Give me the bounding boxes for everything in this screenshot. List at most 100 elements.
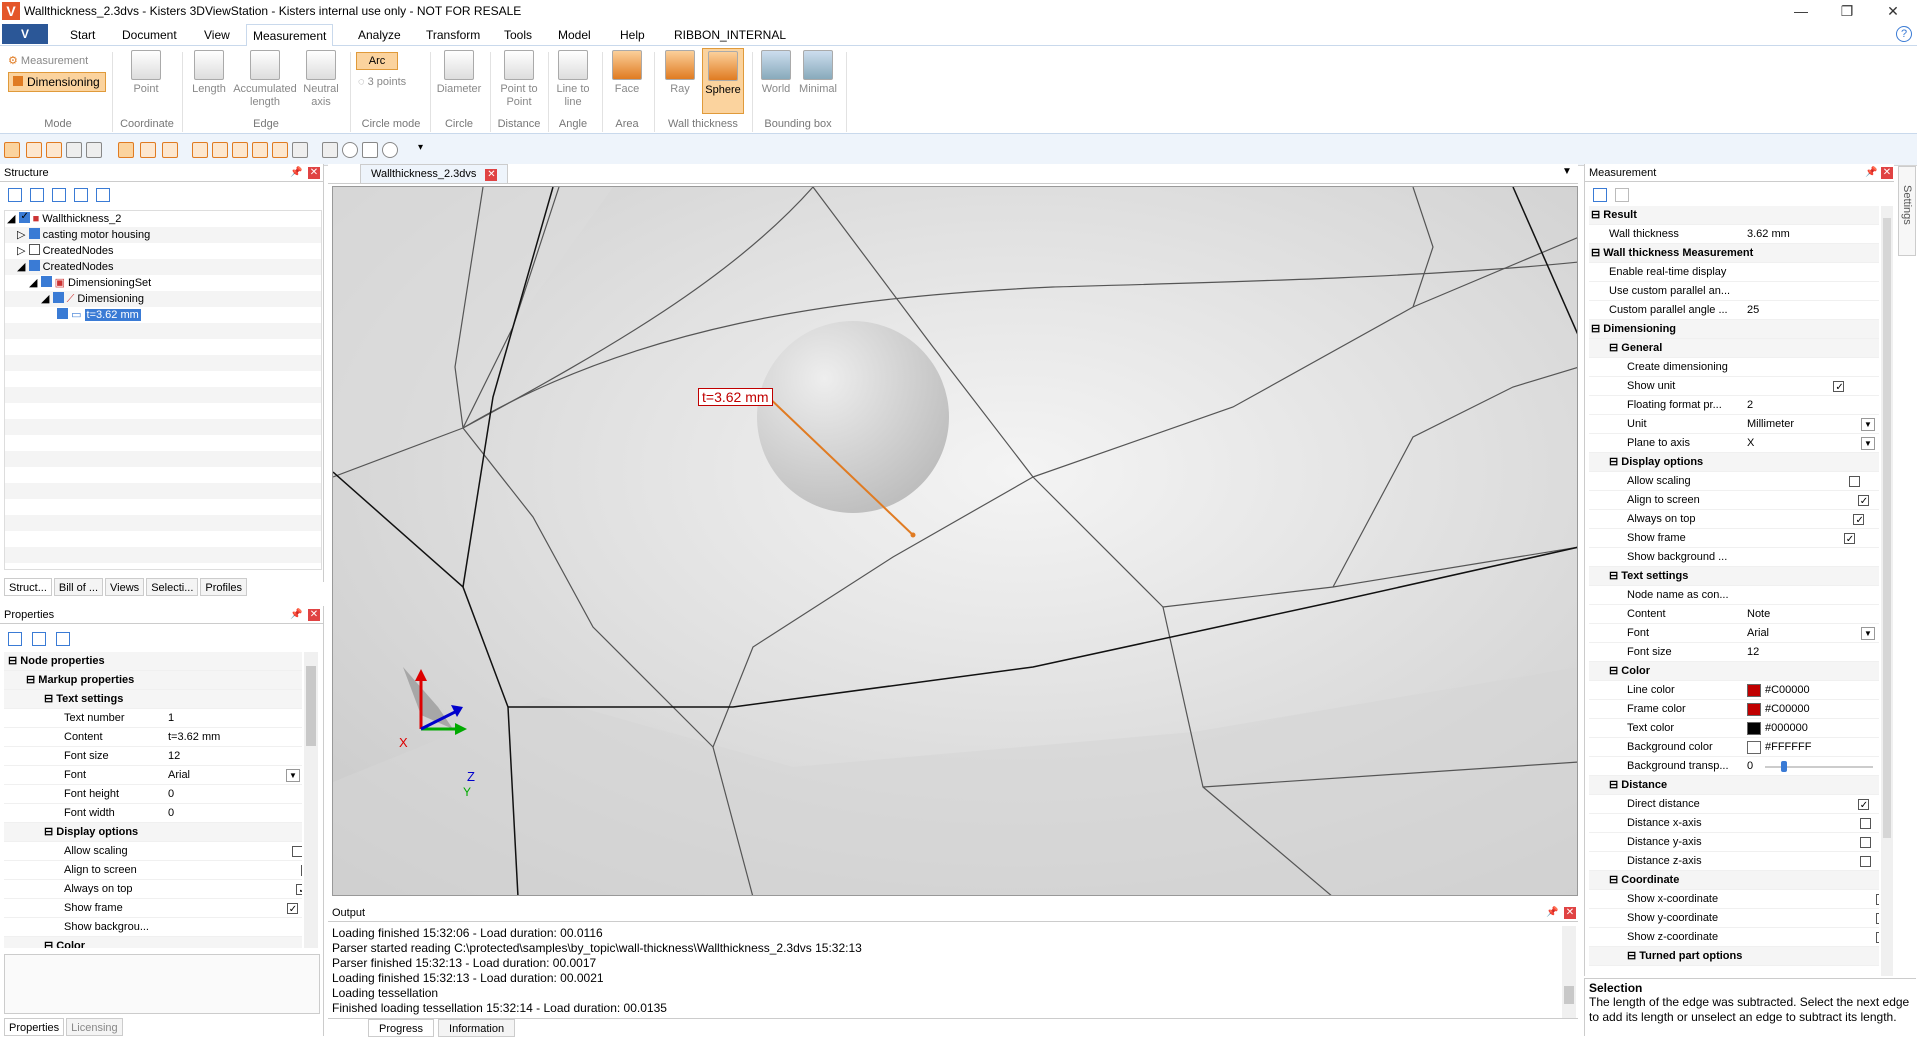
prop-node-name[interactable]: Node name as con...: [1589, 586, 1879, 605]
category-wall-thickness-measurement[interactable]: ⊟ Wall thickness Measurement: [1589, 244, 1879, 263]
prop-font-size[interactable]: Font size 12: [1589, 643, 1879, 662]
expand-icon[interactable]: [52, 188, 66, 202]
tree-item-selected[interactable]: ▭ t=3.62 mm: [5, 307, 321, 323]
prop-show-background[interactable]: Show background ...: [1589, 548, 1879, 567]
select-mode-icon[interactable]: [118, 142, 134, 158]
menu-transform[interactable]: Transform: [420, 26, 486, 46]
mode-dimensioning[interactable]: Dimensioning: [8, 72, 106, 92]
chevron-down-icon[interactable]: ▼: [1861, 627, 1875, 640]
menu-view[interactable]: View: [198, 26, 236, 46]
length-button[interactable]: Length: [188, 50, 230, 96]
tab-structure[interactable]: Struct...: [4, 578, 52, 596]
prop-content[interactable]: Content t=3.62 mm: [4, 728, 302, 747]
view-right-icon[interactable]: [252, 142, 268, 158]
view-bottom-icon[interactable]: [292, 142, 308, 158]
prop-font[interactable]: Font Arial ▼: [1589, 624, 1879, 643]
tree-item[interactable]: ▷ CreatedNodes: [5, 243, 321, 259]
prop-text-color[interactable]: Text color #000000: [1589, 719, 1879, 738]
chevron-down-icon[interactable]: ▼: [1861, 437, 1875, 450]
restore-button[interactable]: ❐: [1824, 0, 1870, 22]
expand-all-icon[interactable]: [8, 188, 22, 202]
prop-always-on-top[interactable]: Always on top: [1589, 510, 1879, 530]
arc-mode-button[interactable]: Arc: [356, 52, 398, 70]
prop-distance-y[interactable]: Distance y-axis: [1589, 833, 1879, 852]
sort-categorized-icon[interactable]: [8, 632, 22, 646]
prop-real-time[interactable]: Enable real-time display: [1589, 263, 1879, 282]
filter-icon[interactable]: [56, 632, 70, 646]
tab-views[interactable]: Views: [105, 578, 145, 596]
select-tool-icon[interactable]: [4, 142, 20, 158]
prop-font[interactable]: Font Arial ▼: [4, 766, 302, 785]
help-icon[interactable]: ?: [1896, 26, 1912, 42]
category-display-options[interactable]: ⊟ Display options: [1589, 453, 1879, 472]
category-general[interactable]: ⊟ General: [1589, 339, 1879, 358]
prop-floating-format[interactable]: Floating format pr... 2: [1589, 396, 1879, 415]
menu-analyze[interactable]: Analyze: [352, 26, 407, 46]
close-icon[interactable]: ✕: [308, 609, 320, 621]
ray-button[interactable]: Ray: [660, 50, 700, 96]
sort-alpha-icon[interactable]: [32, 632, 46, 646]
prop-line-color[interactable]: Line color #C00000: [1589, 681, 1879, 700]
prop-background-color[interactable]: Background color #FFFFFF: [1589, 738, 1879, 757]
point-button[interactable]: Point: [126, 50, 166, 96]
prop-font-height[interactable]: Font height 0: [4, 785, 302, 804]
menu-model[interactable]: Model: [552, 26, 597, 46]
pin-icon[interactable]: 📌: [290, 609, 302, 620]
prop-content[interactable]: Content Note: [1589, 605, 1879, 624]
3d-viewport[interactable]: t=3.62 mm X Y Z: [332, 186, 1578, 896]
prop-allow-scaling[interactable]: Allow scaling: [1589, 472, 1879, 491]
pin-icon[interactable]: 📌: [1546, 907, 1558, 918]
tab-selection[interactable]: Selecti...: [146, 578, 199, 596]
box-select-icon[interactable]: [86, 142, 102, 158]
view-back-icon[interactable]: [212, 142, 228, 158]
tree-options-icon[interactable]: [96, 188, 110, 202]
category-result[interactable]: ⊟ Result: [1589, 206, 1879, 225]
circle-tool-icon[interactable]: [342, 142, 358, 158]
ellipse-tool-icon[interactable]: [382, 142, 398, 158]
view-front-icon[interactable]: [192, 142, 208, 158]
menu-tools[interactable]: Tools: [498, 26, 538, 46]
tab-wallthickness[interactable]: Wallthickness_2.3dvs ✕: [360, 164, 509, 184]
prop-frame-color[interactable]: Frame color #C00000: [1589, 700, 1879, 719]
pin-icon[interactable]: 📌: [1865, 167, 1877, 178]
close-button[interactable]: ✕: [1870, 0, 1916, 22]
zoom-tool-icon[interactable]: [66, 142, 82, 158]
close-icon[interactable]: ✕: [1881, 167, 1893, 179]
tree-item[interactable]: ◢ ▣ DimensioningSet: [5, 275, 321, 291]
line-to-line-button[interactable]: Line to line: [550, 50, 596, 109]
prop-show-z[interactable]: Show z-coordinate: [1589, 928, 1879, 948]
category-display-options[interactable]: ⊟ Display options: [4, 823, 302, 842]
tab-information[interactable]: Information: [438, 1019, 516, 1037]
category-color[interactable]: ⊟ Color: [4, 937, 302, 948]
view-left-icon[interactable]: [232, 142, 248, 158]
prop-plane-to-axis[interactable]: Plane to axis X ▼: [1589, 434, 1879, 453]
menu-ribbon-internal[interactable]: RIBBON_INTERNAL: [668, 26, 792, 46]
collapse-icon[interactable]: [74, 188, 88, 202]
pan-tool-icon[interactable]: [46, 142, 62, 158]
prop-align-to-screen[interactable]: Align to screen: [4, 861, 302, 880]
dimension-label[interactable]: t=3.62 mm: [698, 388, 773, 406]
prop-create-dimensioning[interactable]: Create dimensioning: [1589, 358, 1879, 377]
slider-thumb[interactable]: [1781, 761, 1787, 772]
mode-measurement[interactable]: ⚙ Measurement: [8, 54, 88, 67]
category-color[interactable]: ⊟ Color: [1589, 662, 1879, 681]
prop-show-background[interactable]: Show backgrou...: [4, 918, 302, 937]
minimal-button[interactable]: Minimal: [796, 50, 840, 96]
prop-font-width[interactable]: Font width 0: [4, 804, 302, 823]
diameter-button[interactable]: Diameter: [434, 50, 484, 96]
sphere-button[interactable]: Sphere: [702, 48, 744, 114]
tab-profiles[interactable]: Profiles: [200, 578, 248, 596]
prop-direct-distance[interactable]: Direct distance: [1589, 795, 1879, 815]
prop-align-to-screen[interactable]: Align to screen: [1589, 491, 1879, 511]
neutral-axis-button[interactable]: Neutral axis: [298, 50, 344, 109]
prop-always-on-top[interactable]: Always on top: [4, 880, 302, 900]
menu-measurement[interactable]: Measurement: [246, 24, 334, 47]
category-text-settings[interactable]: ⊟ Text settings: [4, 690, 302, 709]
properties-scrollbar[interactable]: [304, 652, 318, 948]
menu-start[interactable]: Start: [64, 26, 101, 46]
measurement-scrollbar[interactable]: [1881, 206, 1893, 976]
export-icon[interactable]: [1615, 188, 1629, 202]
close-icon[interactable]: ✕: [308, 167, 320, 179]
point-to-point-button[interactable]: Point to Point: [494, 50, 544, 109]
tab-bill-of-materials[interactable]: Bill of ...: [53, 578, 104, 596]
